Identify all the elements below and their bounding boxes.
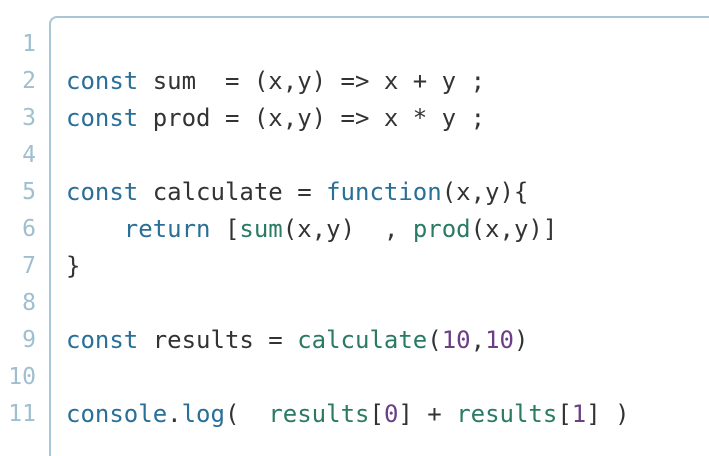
code-token: 1	[571, 400, 587, 428]
line-number-gutter: 1 2 3 4 5 6 7 8 9 10 11	[0, 26, 36, 433]
line-number: 8	[22, 290, 36, 316]
code-token: [	[369, 400, 384, 428]
line-number: 4	[22, 142, 36, 168]
code-token: ] )	[586, 400, 630, 428]
code-token: return	[123, 215, 211, 243]
code-line[interactable]: console.log( results[0] + results[1] )	[66, 396, 630, 433]
code-line[interactable]	[66, 137, 630, 174]
code-token: 0	[383, 400, 399, 428]
code-line[interactable]: const sum = (x,y) => x + y ;	[66, 63, 630, 100]
code-token: sum	[239, 215, 283, 243]
code-token: log	[181, 400, 225, 428]
code-token: prod	[412, 215, 471, 243]
code-token: (	[224, 400, 269, 428]
code-token: .	[167, 400, 182, 428]
code-token: const	[66, 67, 139, 95]
code-line[interactable]: }	[66, 248, 630, 285]
code-token: const	[66, 326, 139, 354]
code-token: results	[456, 400, 558, 428]
line-number: 10	[8, 364, 36, 390]
code-line[interactable]	[66, 285, 630, 322]
code-line[interactable]: return [sum(x,y) , prod(x,y)]	[66, 211, 630, 248]
code-token: (	[427, 326, 442, 354]
code-token: const	[66, 178, 139, 206]
line-number: 3	[22, 105, 36, 131]
code-token: function	[326, 178, 442, 206]
code-token: prod = (x,y) => x * y ;	[138, 104, 486, 132]
code-line[interactable]: const results = calculate(10,10)	[66, 322, 630, 359]
code-token: console	[66, 400, 168, 428]
code-token: [	[210, 215, 240, 243]
line-number: 9	[22, 327, 36, 353]
code-line[interactable]	[66, 26, 630, 63]
code-token: const	[66, 104, 139, 132]
code-token: results	[268, 400, 370, 428]
code-token: )	[513, 326, 529, 354]
line-number: 2	[22, 68, 36, 94]
code-line[interactable]	[66, 359, 630, 396]
code-token: [	[557, 400, 572, 428]
line-number: 5	[22, 179, 36, 205]
code-token: ] +	[398, 400, 457, 428]
line-number: 7	[22, 253, 36, 279]
code-line[interactable]: const calculate = function(x,y){	[66, 174, 630, 211]
code-line[interactable]: const prod = (x,y) => x * y ;	[66, 100, 630, 137]
code-area[interactable]: const sum = (x,y) => x + y ; const prod =…	[66, 26, 630, 433]
code-token: (x,y){	[441, 178, 529, 206]
code-token: }	[66, 252, 81, 280]
code-token: 10	[485, 326, 514, 354]
code-token: (x,y)]	[470, 215, 558, 243]
code-token: results =	[138, 326, 298, 354]
line-number: 11	[8, 401, 36, 427]
code-token: calculate =	[138, 178, 327, 206]
code-token: ,	[470, 326, 486, 354]
line-number: 6	[22, 216, 36, 242]
code-token: 10	[441, 326, 471, 354]
code-token: (x,y) ,	[282, 215, 413, 243]
code-token: calculate	[297, 326, 428, 354]
code-editor[interactable]: 1 2 3 4 5 6 7 8 9 10 11 const sum = (x,y) => x + y…	[0, 0, 709, 456]
code-token: sum = (x,y) => x + y ;	[138, 67, 486, 95]
line-number: 1	[22, 31, 36, 57]
